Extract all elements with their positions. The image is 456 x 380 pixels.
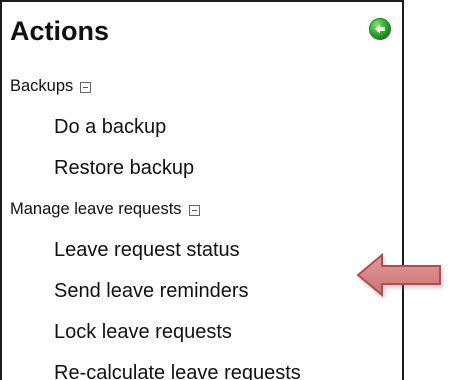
panel-header: Actions (10, 14, 392, 56)
menu-item-restore-backup[interactable]: Restore backup (10, 148, 396, 189)
section-manage-leave-requests-label: Manage leave requests (10, 200, 182, 218)
section-backups-label: Backups (10, 77, 74, 95)
menu-item-label: Send leave reminders (54, 280, 249, 302)
menu-item-do-a-backup[interactable]: Do a backup (10, 107, 396, 148)
menu-item-send-leave-reminders[interactable]: Send leave reminders (10, 271, 396, 312)
actions-menu: Backups Do a backup Restore backup Manag… (10, 66, 396, 380)
back-button[interactable] (368, 17, 392, 41)
menu-item-label: Leave request status (54, 239, 240, 261)
section-manage-leave-requests[interactable]: Manage leave requests (10, 189, 396, 230)
menu-item-label: Restore backup (54, 157, 195, 179)
screenshot-stage: Actions Backups Do a backup Restore back… (0, 0, 456, 380)
menu-item-label: Do a backup (54, 116, 167, 138)
green-back-arrow-icon (369, 18, 391, 40)
menu-item-label: Re-calculate leave requests (54, 362, 301, 380)
collapse-icon[interactable] (80, 82, 92, 93)
section-backups[interactable]: Backups (10, 66, 396, 107)
collapse-icon[interactable] (188, 205, 200, 216)
menu-item-label: Lock leave requests (54, 321, 232, 343)
menu-item-re-calculate-leave-requests[interactable]: Re-calculate leave requests (10, 353, 396, 380)
menu-item-lock-leave-requests[interactable]: Lock leave requests (10, 312, 396, 353)
actions-panel: Actions Backups Do a backup Restore back… (0, 0, 404, 380)
page-title: Actions (10, 16, 110, 46)
menu-item-leave-request-status[interactable]: Leave request status (10, 230, 396, 271)
